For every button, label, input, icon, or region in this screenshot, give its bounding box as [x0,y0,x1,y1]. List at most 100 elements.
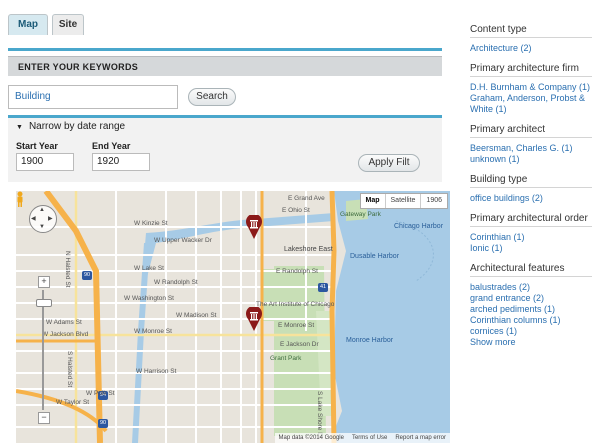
divider [470,276,592,277]
map-view[interactable]: 90 94 41 90 W Kinzie St W Upper Wacker D… [16,191,450,443]
park-label: Grant Park [270,355,302,362]
facet-section: Building type office buildings (2) [470,174,592,204]
facet-link[interactable]: Graham, Anderson, Probst & White (1) [470,93,592,115]
pan-left-icon[interactable]: ◀ [31,215,36,222]
apply-filter-button[interactable]: Apply Filt [358,154,420,172]
facet-section: Content type Architecture (2) [470,24,592,54]
facet-title: Primary architecture firm [470,63,579,74]
tab-map[interactable]: Map [8,14,48,35]
map-type-satellite[interactable]: Satellite [384,194,421,208]
water-label: Monroe Harbor [346,337,394,344]
highway-shield: 90 [100,420,107,426]
map-type-map[interactable]: Map [361,194,385,208]
keywords-heading: ENTER YOUR KEYWORDS [8,56,442,76]
divider [470,137,592,138]
facet-section: Primary architectural order Corinthian (1… [470,213,592,254]
search-button[interactable]: Search [188,88,236,106]
date-range-label: Narrow by date range [28,121,126,132]
tab-bar: Map Site [8,14,442,36]
pan-right-icon[interactable]: ▶ [48,215,53,222]
zoom-out-button[interactable]: − [38,412,50,424]
divider [470,187,592,188]
divider [470,37,592,38]
street-label: E Jackson Dr [280,341,319,348]
tab-underline [8,48,442,51]
facet-link[interactable]: Architecture (2) [470,43,592,54]
map-marker-pin-icon[interactable] [245,307,263,331]
search-panel: Map Site ENTER YOUR KEYWORDS Building Se… [8,14,450,443]
water-label: Dusable Harbor [350,253,400,260]
end-year-input[interactable]: 1920 [92,153,150,171]
facet-section: Primary architect Beersman, Charles G. (1… [470,124,592,165]
street-label: W Washington St [124,295,174,302]
pan-up-icon[interactable]: ▲ [39,207,45,213]
map-footer: Map data ©2014 Google Terms of Use Repor… [274,433,450,443]
street-label: E Grand Ave [288,195,325,202]
facet-link[interactable]: Ionic (1) [470,243,592,254]
search-input[interactable]: Building [8,85,178,109]
street-label: S Halsted St [66,351,73,388]
divider [470,226,592,227]
start-year-label: Start Year [16,141,58,151]
street-label: W Adams St [46,319,82,326]
street-label: E Ohio St [282,207,310,214]
divider [470,76,592,77]
start-year-input[interactable]: 1900 [16,153,74,171]
street-label: W Madison St [176,312,217,319]
facet-link[interactable]: cornices (1) [470,326,592,337]
facet-section: Primary architecture firm D.H. Burnham & … [470,63,592,115]
map-type-1906[interactable]: 1906 [420,194,447,208]
facet-link[interactable]: unknown (1) [470,154,592,165]
tab-site[interactable]: Site [52,14,84,35]
place-label: Lakeshore East [284,246,333,253]
pan-control[interactable]: ▲ ▼ ◀ ▶ [29,205,57,233]
facet-title: Content type [470,24,527,35]
show-more-link[interactable]: Show more [470,337,592,348]
facet-link[interactable]: office buildings (2) [470,193,592,204]
facet-title: Primary architectural order [470,213,588,224]
highway-shield: 90 [84,272,91,278]
facet-link[interactable]: grand entrance (2) [470,293,592,304]
highway-shield: 41 [320,284,327,290]
date-range-toggle[interactable]: ▼ Narrow by date range [16,121,125,132]
street-label: W Harrison St [136,368,177,375]
street-label: W Monroe St [134,328,172,335]
zoom-slider-track[interactable] [42,290,44,410]
pan-down-icon[interactable]: ▼ [39,224,45,230]
triangle-down-icon: ▼ [16,124,23,131]
street-label: S Lake Shore Dr [316,391,323,440]
street-label: W Polk St [86,390,115,397]
map-type-control: Map Satellite 1906 [359,193,448,209]
water-label: Chicago Harbor [394,223,444,230]
map-attribution: Map data ©2014 Google [278,435,344,441]
street-label: W Taylor St [56,399,90,406]
map-marker-pin-icon[interactable] [245,215,263,239]
facet-sidebar: Content type Architecture (2) Primary arch… [470,24,592,357]
street-label: W Kinzie St [134,220,168,227]
end-year-label: End Year [92,141,131,151]
street-label: E Monroe St [278,322,315,329]
facet-section: Architectural features balustrades (2) gra… [470,263,592,348]
date-range-panel: ▼ Narrow by date range Start Year End Yea… [8,115,442,182]
street-label: W Jackson Blvd [42,331,89,338]
street-view-pegman-icon[interactable] [16,191,24,207]
place-label: The Art Institute of Chicago [256,301,335,308]
zoom-in-button[interactable]: + [38,276,50,288]
zoom-slider-thumb[interactable] [36,299,52,307]
facet-link[interactable]: balustrades (2) [470,282,592,293]
street-label: N Halsted St [64,251,71,288]
facet-link[interactable]: Corinthian columns (1) [470,315,592,326]
facet-link[interactable]: Corinthian (1) [470,232,592,243]
terms-of-use-link[interactable]: Terms of Use [348,433,391,443]
park-label: Gateway Park [340,211,381,218]
street-label: W Randolph St [154,279,198,286]
facet-link[interactable]: D.H. Burnham & Company (1) [470,82,592,93]
street-label: W Lake St [134,265,164,272]
facet-title: Architectural features [470,263,565,274]
facet-link[interactable]: Beersman, Charles G. (1) [470,143,592,154]
facet-link[interactable]: arched pediments (1) [470,304,592,315]
report-map-error-link[interactable]: Report a map error [391,433,450,443]
street-label: W Upper Wacker Dr [154,237,212,244]
street-label: E Randolph St [276,268,318,275]
facet-title: Primary architect [470,124,546,135]
